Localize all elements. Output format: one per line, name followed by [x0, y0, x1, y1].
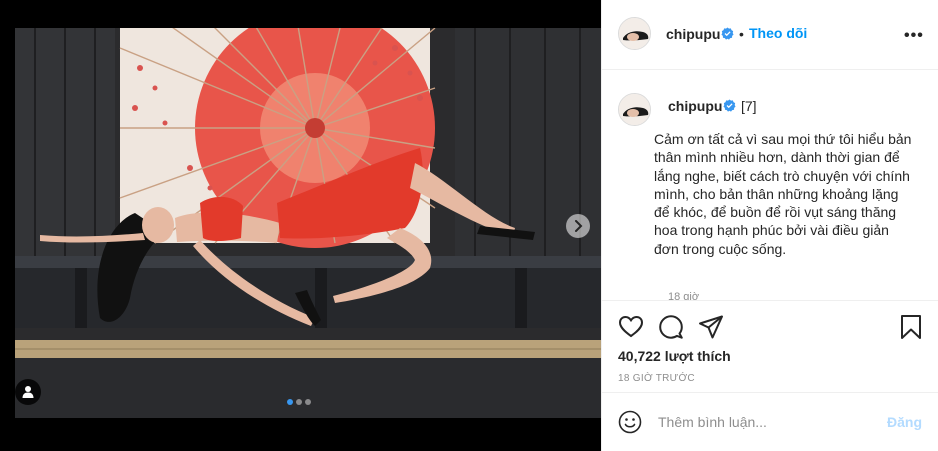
post-photo[interactable] [15, 28, 601, 418]
verified-badge-icon [723, 99, 736, 112]
caption-text: Cảm ơn tất cả vì sau mọi thứ tôi hiểu bả… [654, 131, 912, 257]
likes-count[interactable]: 40,722 lượt thích [618, 348, 731, 364]
caption-username-link[interactable]: chipupu [668, 98, 722, 114]
caption-sequence: [7] [741, 98, 757, 114]
emoji-icon[interactable] [618, 410, 642, 434]
user-tag-icon [22, 386, 34, 398]
carousel-dot [287, 399, 293, 405]
post-header: chipupu • Theo dõi ••• [602, 0, 938, 70]
avatar-image [619, 94, 650, 125]
follow-button[interactable]: Theo dõi [749, 25, 807, 41]
comment-input[interactable] [658, 411, 878, 433]
post-timestamp[interactable]: 18 GIỜ TRƯỚC [618, 373, 695, 384]
post-comment-button[interactable]: Đăng [887, 414, 922, 430]
post-sidebar: chipupu • Theo dõi ••• chipupu [7] Cảm ơ… [601, 0, 938, 451]
verified-badge-icon [721, 27, 734, 40]
username-link[interactable]: chipupu [666, 26, 720, 42]
next-slide-button[interactable] [566, 214, 590, 238]
paper-plane-icon[interactable] [698, 314, 724, 340]
post-modal: chipupu • Theo dõi ••• chipupu [7] Cảm ơ… [0, 0, 938, 451]
carousel-dot [305, 399, 311, 405]
action-bar: 40,722 lượt thích 18 GIỜ TRƯỚC [602, 300, 938, 390]
avatar-image [619, 18, 650, 49]
chevron-right-icon [575, 220, 583, 232]
comment-bar: Đăng [602, 392, 938, 451]
more-options-button[interactable]: ••• [904, 27, 924, 45]
comment-icon[interactable] [658, 314, 684, 340]
caption-avatar[interactable] [618, 93, 651, 126]
caption-timestamp: 18 giờ [668, 291, 700, 300]
heart-icon[interactable] [618, 314, 644, 340]
caption-section: chipupu [7] Cảm ơn tất cả vì sau mọi thứ… [602, 71, 938, 300]
carousel-indicator [287, 399, 311, 405]
avatar[interactable] [618, 17, 651, 50]
separator-dot: • [739, 26, 744, 42]
carousel-dot [296, 399, 302, 405]
media-panel [0, 0, 601, 451]
photo-illustration [15, 28, 601, 418]
bookmark-icon[interactable] [898, 314, 924, 340]
user-tag-button[interactable] [15, 379, 41, 405]
